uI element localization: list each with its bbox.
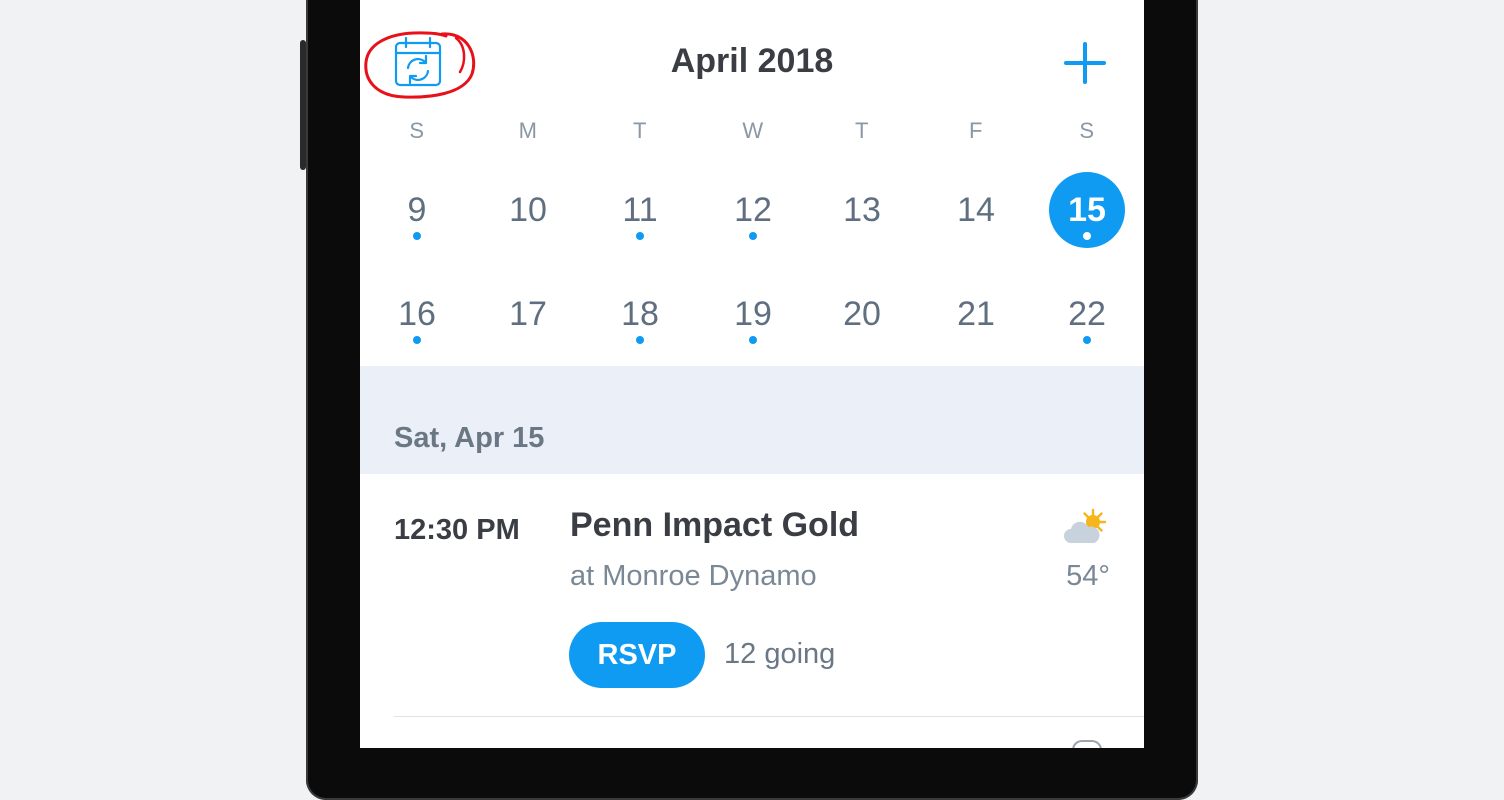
weekday-label: T <box>855 118 869 143</box>
calendar-day[interactable]: 15 <box>1047 172 1127 248</box>
calendar-day[interactable]: 19 <box>713 294 793 344</box>
calendar-day-number: 19 <box>734 295 772 333</box>
calendar-day[interactable]: 17 <box>488 294 568 344</box>
event-temperature: 54° <box>1066 560 1110 592</box>
date-section-header: Sat, Apr 15 <box>360 366 1144 474</box>
calendar-day-number: 11 <box>622 191 658 229</box>
list-divider <box>394 716 1144 717</box>
calendar-day[interactable]: 14 <box>936 190 1016 240</box>
calendar-day-number: 15 <box>1068 191 1106 229</box>
event-indicator-dot <box>1083 336 1091 344</box>
event-indicator-dot <box>1083 232 1091 240</box>
weekday-label: M <box>518 118 538 143</box>
event-indicator-dot <box>636 232 644 240</box>
weekday-header: S M T W T F S <box>360 118 1144 152</box>
event-indicator-dot <box>636 336 644 344</box>
calendar-day[interactable]: 20 <box>822 294 902 344</box>
calendar-day-number: 10 <box>509 191 547 229</box>
weekday-label: F <box>969 118 983 143</box>
weekday-label: W <box>742 118 764 143</box>
calendar-screen: April 2018 S M T W T F S 9 10 11 12 13 14 15 16… <box>360 0 1144 748</box>
going-count: 12 going <box>724 638 836 670</box>
add-event-button[interactable] <box>1060 38 1110 88</box>
partly-sunny-icon <box>1064 508 1107 543</box>
event-card[interactable]: 12:30 PM Penn Impact Gold at Monroe Dyna… <box>360 474 1144 716</box>
next-event-icon <box>1072 740 1102 748</box>
weekday-label: T <box>633 118 647 143</box>
calendar-header: April 2018 <box>360 0 1144 120</box>
calendar-day-number: 14 <box>957 191 995 229</box>
calendar-day[interactable]: 22 <box>1047 294 1127 344</box>
calendar-day[interactable]: 10 <box>488 190 568 240</box>
rsvp-button[interactable]: RSVP <box>569 622 705 688</box>
event-indicator-dot <box>749 232 757 240</box>
event-indicator-dot <box>413 336 421 344</box>
event-indicator-dot <box>749 336 757 344</box>
month-title: April 2018 <box>670 42 834 80</box>
calendar-day-number: 16 <box>398 295 436 333</box>
section-date-label: Sat, Apr 15 <box>394 422 545 454</box>
calendar-day-number: 9 <box>407 191 427 229</box>
plus-icon <box>1064 42 1106 84</box>
calendar-day-number: 20 <box>843 295 881 333</box>
event-indicator-dot <box>413 232 421 240</box>
calendar-day[interactable]: 21 <box>936 294 1016 344</box>
event-time: 12:30 PM <box>394 514 520 546</box>
calendar-day[interactable]: 18 <box>600 294 680 344</box>
calendar-day-number: 17 <box>509 295 547 333</box>
calendar-day-number: 21 <box>957 295 995 333</box>
calendar-day-number: 18 <box>621 295 659 333</box>
calendar-day[interactable]: 9 <box>377 190 457 240</box>
calendar-day-number: 22 <box>1068 295 1106 333</box>
weekday-label: S <box>409 118 425 143</box>
weekday-label: S <box>1079 118 1095 143</box>
calendar-day[interactable]: 16 <box>377 294 457 344</box>
calendar-day-number: 13 <box>843 191 881 229</box>
calendar-day[interactable]: 13 <box>822 190 902 240</box>
event-location: at Monroe Dynamo <box>570 560 817 592</box>
calendar-day[interactable]: 12 <box>713 190 793 240</box>
event-title: Penn Impact Gold <box>570 506 860 544</box>
calendar-day-number: 12 <box>734 191 772 229</box>
calendar-day[interactable]: 11 <box>600 190 680 240</box>
